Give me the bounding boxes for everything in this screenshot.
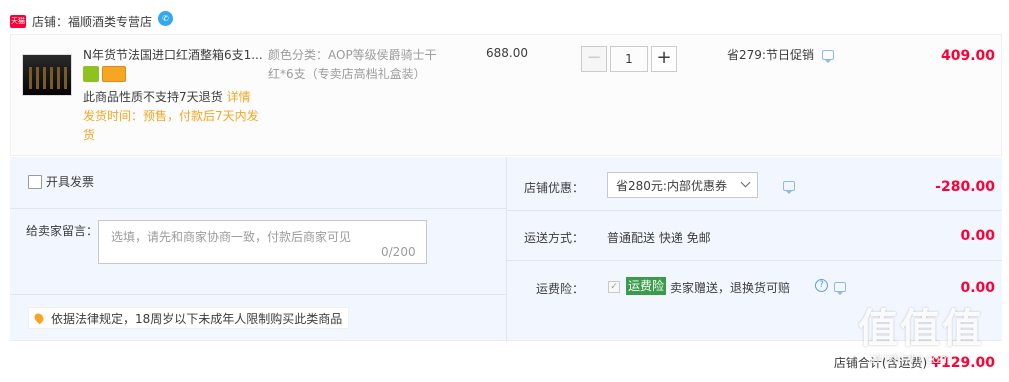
shop-header: 天猫 店铺： 福顺酒类专营店 ✆: [10, 10, 174, 30]
shop-name-link[interactable]: 福顺酒类专营店: [68, 13, 152, 30]
shipping-method-value: 普通配送 快递 免邮: [607, 231, 711, 245]
quantity-increase-button[interactable]: +: [651, 46, 677, 72]
legal-notice: 依据法律规定，18周岁以下未成年人限制购买此类商品: [28, 307, 350, 329]
insurance-text: 卖家赠送，退换货可赔: [670, 281, 791, 295]
tmall-icon: 天猫: [10, 14, 26, 28]
insurance-label: 运费险：: [535, 282, 584, 296]
ship-time-notice: 发货时间：预售，付款后7天内发货: [83, 109, 259, 142]
quantity-decrease-button[interactable]: −: [581, 46, 607, 72]
invoice-label: 开具发票: [46, 175, 95, 189]
divider: [506, 157, 507, 341]
message-label: 给卖家留言：: [26, 224, 99, 238]
product-thumbnail[interactable]: [22, 54, 72, 96]
invoice-option[interactable]: 开具发票: [28, 173, 94, 190]
watermark-logo: 值值值: [858, 306, 984, 352]
divider: [10, 294, 507, 295]
divider: [507, 210, 1002, 211]
promotion-info: 省279:节日促销: [727, 46, 834, 63]
sku-info: 颜色分类：AOP等级侯爵骑士干红*6支（专卖店高档礼盒装）: [268, 48, 437, 81]
shipping-amount: 0.00: [960, 228, 995, 244]
chevron-down-icon: [740, 177, 751, 188]
legal-notice-text: 依据法律规定，18周岁以下未成年人限制购买此类商品: [51, 311, 343, 326]
product-title-link[interactable]: N年货节法国进口红酒整箱6支1...: [83, 46, 263, 64]
promo-comment-icon[interactable]: [821, 49, 834, 63]
quantity-stepper: − 1 +: [581, 46, 677, 72]
message-placeholder: 选填，请先和商家协商一致，付款后商家可见: [111, 230, 352, 244]
help-icon[interactable]: ?: [815, 279, 828, 292]
shipping-method-label: 运送方式：: [523, 231, 584, 245]
promotion-text: 省279:节日促销: [727, 48, 814, 62]
watermark-url: zhizhizhi.com: [870, 352, 952, 366]
service-badges: [83, 66, 126, 82]
divider: [10, 208, 507, 209]
insurance-badge: 运费险: [626, 277, 667, 295]
shop-label: 店铺：: [32, 14, 69, 29]
insurance-comment-icon[interactable]: [833, 282, 846, 295]
shop-discount-selected: 省280元:内部优惠券: [616, 178, 727, 193]
unit-price: 688.00: [486, 46, 528, 60]
discount-comment-icon[interactable]: [783, 181, 795, 194]
message-char-count: 0/200: [381, 245, 416, 259]
shop-discount-value: -280.00: [935, 179, 995, 195]
shop-discount-label: 店铺优惠：: [523, 181, 584, 195]
insurance-amount: 0.00: [960, 280, 995, 296]
guarantee-badge-icon: [83, 66, 99, 82]
invoice-checkbox[interactable]: [28, 174, 42, 189]
no-return-notice: 此商品性质不支持7天退货 详情: [83, 88, 251, 106]
insurance-checkbox: ✓: [608, 281, 620, 293]
location-pin-icon: [32, 311, 46, 325]
no-return-text: 此商品性质不支持7天退货: [83, 90, 223, 104]
quantity-input[interactable]: 1: [610, 46, 648, 72]
wangwang-chat-icon[interactable]: ✆: [158, 10, 174, 26]
divider: [507, 260, 1002, 261]
details-link[interactable]: 详情: [227, 90, 251, 104]
item-subtotal: 409.00: [940, 48, 995, 64]
shop-discount-select[interactable]: 省280元:内部优惠券: [607, 172, 758, 198]
credit-card-badge-icon: [102, 66, 126, 82]
